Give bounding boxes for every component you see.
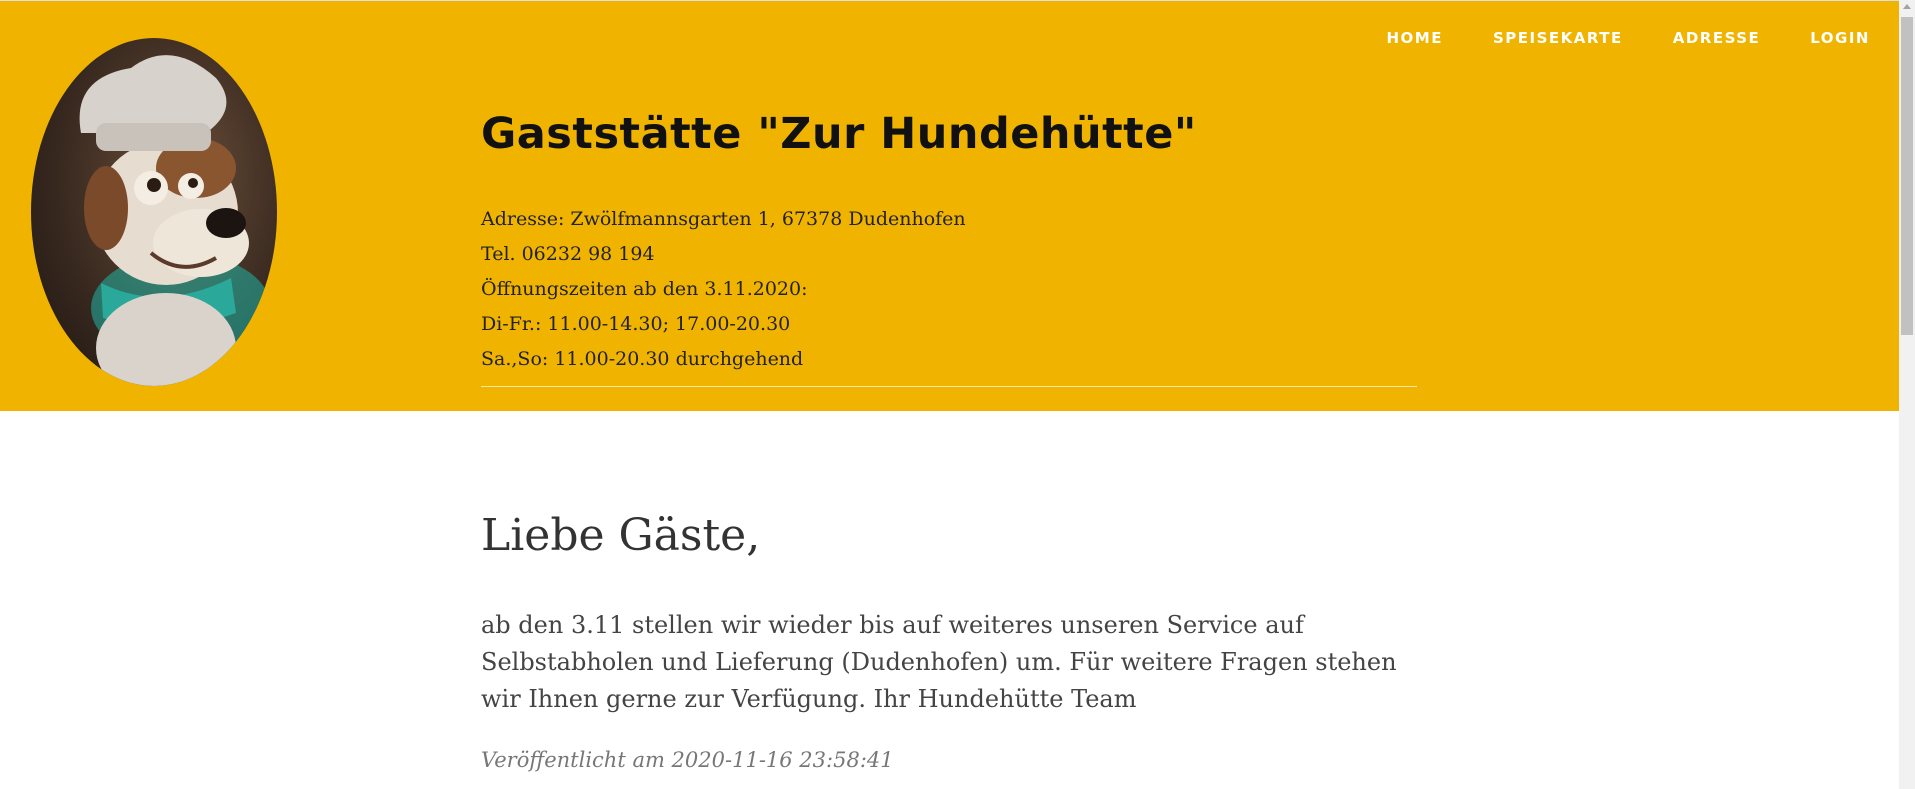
post-title: Liebe Gäste, [481,510,761,561]
site-title: Gaststätte "Zur Hundehütte" [481,109,1197,159]
header-divider [481,386,1417,387]
post-content: Liebe Gäste, ab den 3.11 stellen wir wie… [481,510,1421,772]
chef-dog-illustration [79,55,271,386]
nav-item-speisekarte[interactable]: SPEISEKARTE [1493,29,1623,47]
chef-dog-logo-icon [31,38,277,386]
site-header: HOME SPEISEKARTE ADRESSE LOGIN Gaststätt… [0,0,1899,411]
scroll-up-arrow-icon[interactable] [1903,4,1911,9]
hours-weekdays: Di-Fr.: 11.00-14.30; 17.00-20.30 [481,313,791,335]
scrollbar-thumb[interactable] [1901,17,1913,335]
main-navigation: HOME SPEISEKARTE ADRESSE LOGIN [1386,29,1870,47]
nav-item-home[interactable]: HOME [1386,29,1442,47]
vertical-scrollbar[interactable] [1899,0,1915,789]
post-published-date: Veröffentlicht am 2020-11-16 23:58:41 [481,748,894,772]
phone-text: Tel. 06232 98 194 [481,243,655,265]
nav-item-adresse[interactable]: ADRESSE [1673,29,1761,47]
address-text: Adresse: Zwölfmannsgarten 1, 67378 Duden… [481,208,966,230]
restaurant-info: Adresse: Zwölfmannsgarten 1, 67378 Duden… [481,202,1417,387]
hours-heading: Öffnungszeiten ab den 3.11.2020: [481,278,808,300]
nav-item-login[interactable]: LOGIN [1810,29,1870,47]
hours-weekend: Sa.,So: 11.00-20.30 durchgehend [481,348,804,370]
post-body: ab den 3.11 stellen wir wieder bis auf w… [481,611,1397,713]
